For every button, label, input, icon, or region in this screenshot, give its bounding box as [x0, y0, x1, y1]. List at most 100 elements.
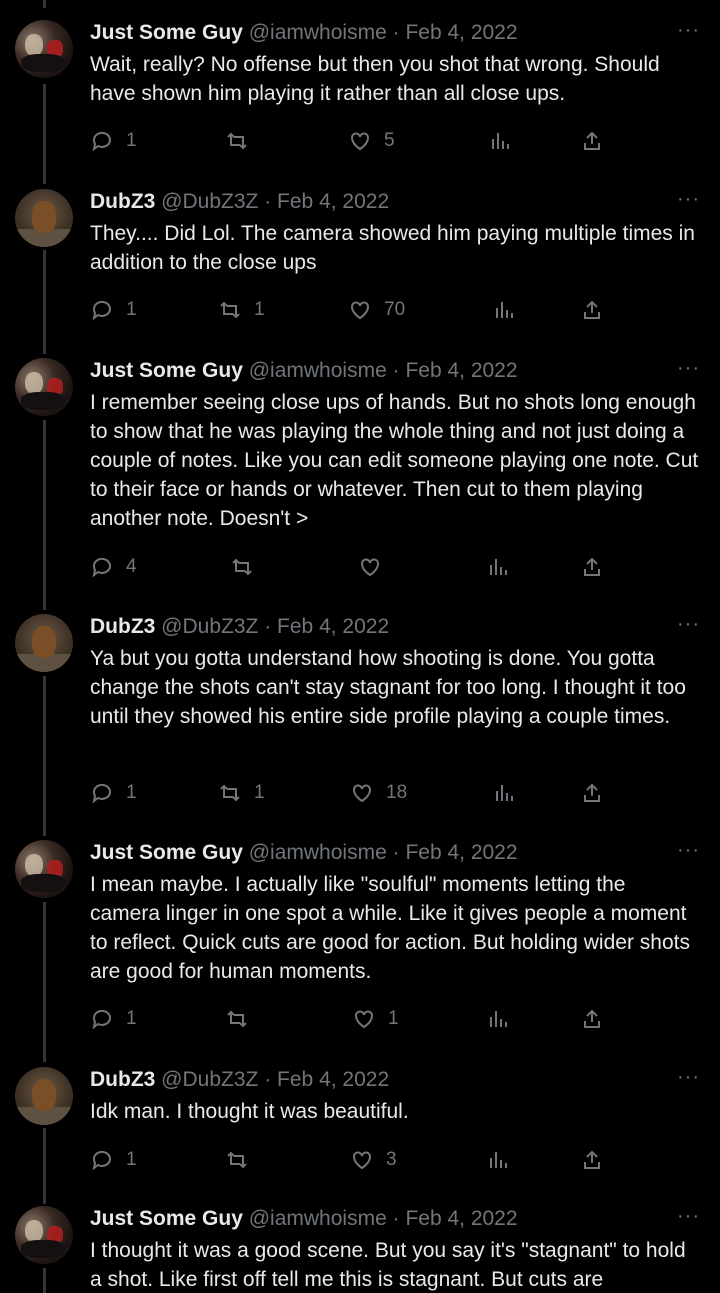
retweet-count: 1	[254, 782, 265, 803]
user-name[interactable]: DubZ3	[90, 615, 155, 638]
tweet-date[interactable]: Feb 4, 2022	[277, 615, 389, 638]
tweet-text: Ya but you gotta understand how shooting…	[90, 647, 686, 728]
share-button[interactable]	[580, 295, 604, 325]
retweet-button[interactable]	[225, 1145, 261, 1175]
user-handle[interactable]: @iamwhoisme	[249, 359, 387, 382]
like-button[interactable]: 18	[350, 778, 407, 808]
reply-button[interactable]: 1	[90, 1145, 137, 1175]
more-icon[interactable]: ···	[677, 18, 700, 42]
like-button[interactable]: 1	[352, 1004, 399, 1034]
share-button[interactable]	[580, 778, 604, 808]
avatar[interactable]	[15, 840, 73, 898]
separator: ·	[392, 359, 400, 382]
separator: ·	[392, 841, 400, 864]
tweet-header: DubZ3 @DubZ3Z · Feb 4, 2022	[90, 1065, 700, 1095]
reply-icon	[92, 1150, 111, 1171]
share-icon	[584, 783, 600, 802]
tweet-date[interactable]: Feb 4, 2022	[277, 1068, 389, 1091]
user-handle[interactable]: @DubZ3Z	[161, 1068, 258, 1091]
tweet-date[interactable]: Feb 4, 2022	[277, 190, 389, 213]
share-button[interactable]	[580, 552, 604, 582]
more-icon[interactable]: ···	[677, 838, 700, 862]
user-handle[interactable]: @DubZ3Z	[161, 190, 258, 213]
more-icon[interactable]: ···	[677, 187, 700, 211]
more-icon[interactable]: ···	[677, 1204, 700, 1228]
tweet-date[interactable]: Feb 4, 2022	[405, 21, 517, 44]
tweet-date[interactable]: Feb 4, 2022	[405, 1207, 517, 1230]
avatar[interactable]	[15, 358, 73, 416]
like-button[interactable]: 3	[350, 1145, 397, 1175]
views-icon	[492, 133, 509, 149]
user-handle[interactable]: @iamwhoisme	[249, 21, 387, 44]
like-count: 5	[384, 130, 395, 151]
avatar[interactable]	[15, 189, 73, 247]
views-button[interactable]	[488, 126, 512, 156]
reply-button[interactable]: 4	[90, 552, 137, 582]
separator: ·	[392, 1207, 400, 1230]
user-name[interactable]: Just Some Guy	[90, 21, 243, 44]
retweet-button[interactable]	[230, 552, 266, 582]
user-name[interactable]: Just Some Guy	[90, 359, 243, 382]
reply-count: 1	[126, 299, 137, 320]
retweet-button[interactable]	[225, 1004, 261, 1034]
reply-button[interactable]: 1	[90, 1004, 137, 1034]
user-handle[interactable]: @iamwhoisme	[249, 841, 387, 864]
tweet-header: Just Some Guy @iamwhoisme · Feb 4, 2022	[90, 1204, 700, 1234]
user-name[interactable]: DubZ3	[90, 1068, 155, 1091]
user-name[interactable]: Just Some Guy	[90, 841, 243, 864]
avatar[interactable]	[15, 614, 73, 672]
user-handle[interactable]: @iamwhoisme	[249, 1207, 387, 1230]
separator: ·	[392, 21, 400, 44]
user-handle[interactable]: @DubZ3Z	[161, 615, 258, 638]
views-icon	[490, 1011, 507, 1027]
tweet-date[interactable]: Feb 4, 2022	[405, 359, 517, 382]
retweet-button[interactable]	[225, 126, 261, 156]
views-button[interactable]	[486, 552, 510, 582]
reply-count: 4	[126, 556, 137, 577]
share-icon	[584, 1009, 600, 1028]
more-icon[interactable]: ···	[677, 356, 700, 380]
retweet-button[interactable]: 1	[218, 778, 265, 808]
reply-count: 1	[126, 1149, 137, 1170]
separator: ·	[264, 1068, 272, 1091]
avatar[interactable]	[15, 20, 73, 78]
reply-button[interactable]: 1	[90, 778, 137, 808]
views-button[interactable]	[492, 295, 516, 325]
tweet-actions: 1 5	[90, 126, 610, 156]
tweet-text: Wait, really? No offense but then you sh…	[90, 53, 660, 105]
retweet-icon	[227, 132, 247, 150]
tweet-text: I thought it was a good scene. But you s…	[90, 1239, 686, 1291]
thread-line	[43, 0, 46, 8]
like-button[interactable]: 70	[348, 295, 405, 325]
reply-button[interactable]: 1	[90, 295, 137, 325]
tweet[interactable]: Just Some Guy @iamwhoisme · Feb 4, 2022 …	[0, 1204, 720, 1293]
tweet-date[interactable]: Feb 4, 2022	[405, 841, 517, 864]
tweet-actions: 1 1 70	[90, 295, 610, 325]
retweet-icon	[227, 1010, 247, 1028]
reply-button[interactable]: 1	[90, 126, 137, 156]
tweet-actions: 1 1 18	[90, 778, 610, 808]
user-name[interactable]: Just Some Guy	[90, 1207, 243, 1230]
views-button[interactable]	[486, 1004, 510, 1034]
tweet-actions: 4	[90, 552, 610, 582]
views-button[interactable]	[486, 1145, 510, 1175]
more-icon[interactable]: ···	[677, 612, 700, 636]
like-button[interactable]	[358, 552, 394, 582]
reply-icon	[92, 300, 111, 321]
user-name[interactable]: DubZ3	[90, 190, 155, 213]
retweet-button[interactable]: 1	[218, 295, 265, 325]
avatar[interactable]	[15, 1206, 73, 1264]
like-count: 3	[386, 1149, 397, 1170]
like-button[interactable]: 5	[348, 126, 395, 156]
more-icon[interactable]: ···	[677, 1065, 700, 1089]
share-button[interactable]	[580, 1004, 604, 1034]
like-icon	[351, 132, 369, 151]
views-button[interactable]	[492, 778, 516, 808]
like-icon	[355, 1010, 373, 1029]
avatar[interactable]	[15, 1067, 73, 1125]
share-button[interactable]	[580, 126, 604, 156]
separator: ·	[264, 190, 272, 213]
share-button[interactable]	[580, 1145, 604, 1175]
reply-icon	[92, 1009, 111, 1030]
tweet-actions: 1 3	[90, 1145, 610, 1175]
